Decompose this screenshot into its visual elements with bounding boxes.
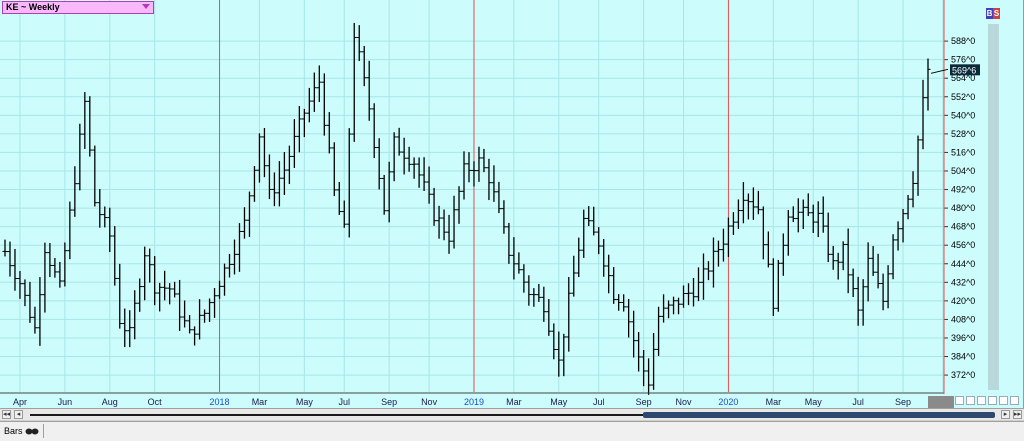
buy-button[interactable]: B [986,8,993,19]
y-tick-label: 540^0 [951,110,975,120]
x-tick-label: May [550,397,568,407]
y-tick-label: 456^0 [951,240,975,250]
x-tick-label: Jul [852,397,864,407]
y-tick-label: 528^0 [951,129,975,139]
x-tick-label: 2018 [210,397,230,407]
chain-link-icon[interactable] [25,428,39,435]
time-axis-highlight [928,396,954,408]
x-tick-label: Jul [593,397,605,407]
y-tick-label: 588^0 [951,36,975,46]
dropdown-arrow-icon[interactable] [142,4,150,9]
y-tick-label: 420^0 [951,296,975,306]
x-tick-label: Aug [102,397,118,407]
sell-button[interactable]: S [993,8,1000,19]
chart-area[interactable]: 372^0 384^0 396^0 408^0 420^0 432^0 444^0 456^0… [0,0,1024,408]
symbol-selector[interactable]: KE ~ Weekly [2,1,154,14]
chart-tool-icons [955,396,1019,406]
y-tick-label: 468^0 [951,222,975,232]
x-tick-label: May [805,397,823,407]
y-tick-label: 492^0 [951,185,975,195]
time-scrollbar[interactable]: ◂◂ ◂ ▸ ▸▸ [0,408,1024,420]
tool-icon-2[interactable] [966,396,975,405]
x-tick-label: May [296,397,314,407]
y-tick-label: 504^0 [951,166,975,176]
scroll-thumb[interactable] [643,412,995,418]
y-tick-label: 384^0 [951,352,975,362]
tool-icon-6[interactable] [1010,396,1019,405]
x-tick-label: Jun [58,397,73,407]
x-tick-label: Mar [252,397,268,407]
x-tick-label: Oct [148,397,163,407]
divider [43,424,44,438]
y-tick-label: 396^0 [951,333,975,343]
y-tick-label: 432^0 [951,277,975,287]
x-tick-label: 2020 [718,397,738,407]
status-bar: Bars [0,421,1024,441]
x-tick-label: Jul [339,397,351,407]
last-price-connector [930,68,949,74]
y-tick-label: 552^0 [951,92,975,102]
x-tick-label: Apr [13,397,27,407]
tool-icon-3[interactable] [977,396,986,405]
tool-icon-1[interactable] [955,396,964,405]
symbol-label: KE ~ Weekly [6,2,60,12]
y-tick-label: 576^0 [951,55,975,65]
price-chart: 372^0 384^0 396^0 408^0 420^0 432^0 444^0 456^0… [0,0,980,408]
tool-icon-5[interactable] [999,396,1008,405]
y-tick-label: 372^0 [951,370,975,380]
price-scale-scrollbar[interactable] [988,24,999,390]
x-tick-label: Mar [506,397,522,407]
scroll-left-icon[interactable]: ◂ [14,410,23,419]
x-tick-label: Nov [421,397,438,407]
scroll-right-icon[interactable]: ▸ [1001,410,1010,419]
x-tick-label: 2019 [464,397,484,407]
x-tick-label: Sep [381,397,397,407]
x-tick-label: Mar [766,397,782,407]
y-tick-label: 444^0 [951,259,975,269]
chart-type-label: Bars [4,426,23,436]
y-tick-label: 408^0 [951,314,975,324]
tool-icon-4[interactable] [988,396,997,405]
scroll-end-icon[interactable]: ▸▸ [1013,410,1022,419]
scroll-start-icon[interactable]: ◂◂ [2,410,11,419]
y-tick-label: 480^0 [951,203,975,213]
x-tick-label: Nov [676,397,693,407]
last-price-label: 569^6 [952,65,976,75]
x-tick-label: Sep [895,397,911,407]
y-tick-label: 516^0 [951,147,975,157]
x-tick-label: Sep [636,397,652,407]
